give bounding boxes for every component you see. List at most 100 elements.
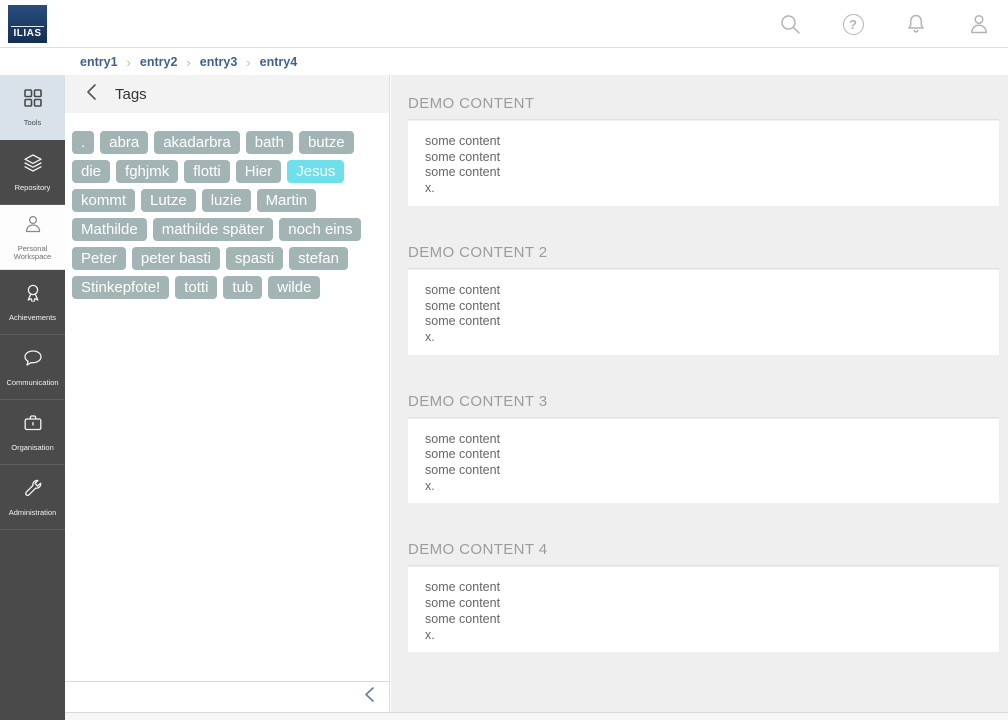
content-line: some content [425, 314, 982, 330]
tag[interactable]: Mathilde [72, 218, 147, 241]
content-line: some content [425, 134, 982, 150]
content-line: some content [425, 447, 982, 463]
tag[interactable]: kommt [72, 189, 135, 212]
sidebar-item-label: Personal Workspace [1, 245, 64, 261]
content-box: some content some content some content x… [408, 270, 999, 355]
tag[interactable]: akadarbra [154, 131, 240, 154]
content-section: DEMO CONTENT 4 some content some content… [408, 541, 999, 652]
wrench-icon [22, 477, 44, 504]
tag[interactable]: abra [100, 131, 148, 154]
top-header: ILIAS ? [0, 0, 1008, 48]
breadcrumb-entry2[interactable]: entry2 [140, 55, 178, 69]
sidebar-item-organisation[interactable]: Organisation [0, 400, 65, 465]
layers-icon [22, 152, 44, 179]
breadcrumb-entry1[interactable]: entry1 [80, 55, 118, 69]
section-title: DEMO CONTENT 3 [408, 393, 999, 418]
breadcrumb-separator: › [246, 55, 250, 70]
sidebar-item-label: Organisation [11, 444, 54, 452]
content-section: DEMO CONTENT 3 some content some content… [408, 393, 999, 504]
breadcrumb-entry4[interactable]: entry4 [260, 55, 298, 69]
header-icons: ? [777, 0, 992, 48]
section-title: DEMO CONTENT 2 [408, 244, 999, 269]
tag[interactable]: tub [223, 276, 262, 299]
tag[interactable]: noch eins [279, 218, 361, 241]
sidebar-item-communication[interactable]: Communication [0, 335, 65, 400]
section-title: DEMO CONTENT [408, 95, 999, 120]
medal-icon [22, 282, 44, 309]
user-icon[interactable] [966, 11, 992, 37]
tag[interactable]: Martin [257, 189, 317, 212]
tag[interactable]: peter basti [132, 247, 220, 270]
main-sidebar: Tools Repository Personal Workspace Achi… [0, 75, 65, 720]
sidebar-item-label: Achievements [9, 314, 56, 322]
sidebar-item-label: Communication [6, 379, 58, 387]
speech-bubble-icon [22, 347, 44, 374]
sidebar-item-tools[interactable]: Tools [0, 75, 65, 140]
content-line: x. [425, 181, 982, 197]
content-line: some content [425, 580, 982, 596]
tag[interactable]: die [72, 160, 110, 183]
back-chevron-icon[interactable] [84, 83, 100, 106]
search-icon[interactable] [777, 11, 803, 37]
sidebar-item-repository[interactable]: Repository [0, 140, 65, 205]
tag[interactable]: Peter [72, 247, 126, 270]
content-line: some content [425, 596, 982, 612]
breadcrumb-separator: › [127, 55, 131, 70]
tag[interactable]: Lutze [141, 189, 196, 212]
tag[interactable]: Stinkepfote! [72, 276, 169, 299]
tags-panel: Tags . abra akadarbra bath butze die fgh… [65, 75, 390, 712]
main-content: DEMO CONTENT some content some content s… [391, 75, 1008, 712]
tag[interactable]: flotti [184, 160, 230, 183]
section-title: DEMO CONTENT 4 [408, 541, 999, 566]
content-section: DEMO CONTENT some content some content s… [408, 95, 999, 206]
content-line: some content [425, 165, 982, 181]
tag[interactable]: luzie [202, 189, 251, 212]
sidebar-item-label: Administration [9, 509, 57, 517]
ilias-logo[interactable]: ILIAS [8, 5, 47, 43]
logo-text: ILIAS [11, 26, 43, 43]
tag[interactable]: butze [299, 131, 354, 154]
sidebar-item-administration[interactable]: Administration [0, 465, 65, 530]
briefcase-icon [22, 412, 44, 439]
sidebar-item-achievements[interactable]: Achievements [0, 270, 65, 335]
content-section: DEMO CONTENT 2 some content some content… [408, 244, 999, 355]
collapse-chevron-icon[interactable] [363, 686, 377, 708]
tag[interactable]: . [72, 131, 94, 154]
content-box: some content some content some content x… [408, 567, 999, 652]
help-icon[interactable]: ? [840, 11, 866, 37]
ilias-app: ILIAS ? entry1 › entry2 › entry3 › entry… [0, 0, 1008, 720]
tag[interactable]: mathilde später [153, 218, 274, 241]
notification-bell-icon[interactable] [903, 11, 929, 37]
tag[interactable]: stefan [289, 247, 348, 270]
content-line: x. [425, 479, 982, 495]
bottom-strip [65, 712, 1008, 720]
breadcrumb-separator: › [186, 55, 190, 70]
content-line: some content [425, 150, 982, 166]
person-icon [22, 213, 44, 240]
tag[interactable]: Hier [236, 160, 282, 183]
content-line: some content [425, 432, 982, 448]
tag[interactable]: spasti [226, 247, 283, 270]
tag[interactable]: bath [246, 131, 293, 154]
tag-cloud: . abra akadarbra bath butze die fghjmk f… [65, 113, 389, 305]
sidebar-item-label: Tools [24, 119, 42, 127]
sidebar-item-label: Repository [15, 184, 51, 192]
content-line: some content [425, 299, 982, 315]
tag[interactable]: fghjmk [116, 160, 178, 183]
tags-panel-title: Tags [115, 86, 147, 103]
tag-selected[interactable]: Jesus [287, 160, 344, 183]
tags-panel-header: Tags [65, 75, 389, 113]
grid-icon [22, 87, 44, 114]
content-box: some content some content some content x… [408, 121, 999, 206]
sidebar-item-personal-workspace[interactable]: Personal Workspace [0, 205, 65, 270]
tags-panel-footer [65, 681, 389, 712]
breadcrumb: entry1 › entry2 › entry3 › entry4 [0, 49, 1008, 75]
content-line: x. [425, 628, 982, 644]
breadcrumb-entry3[interactable]: entry3 [200, 55, 238, 69]
content-line: some content [425, 283, 982, 299]
tag[interactable]: wilde [268, 276, 320, 299]
tag[interactable]: totti [175, 276, 217, 299]
content-line: some content [425, 463, 982, 479]
content-box: some content some content some content x… [408, 419, 999, 504]
content-line: x. [425, 330, 982, 346]
